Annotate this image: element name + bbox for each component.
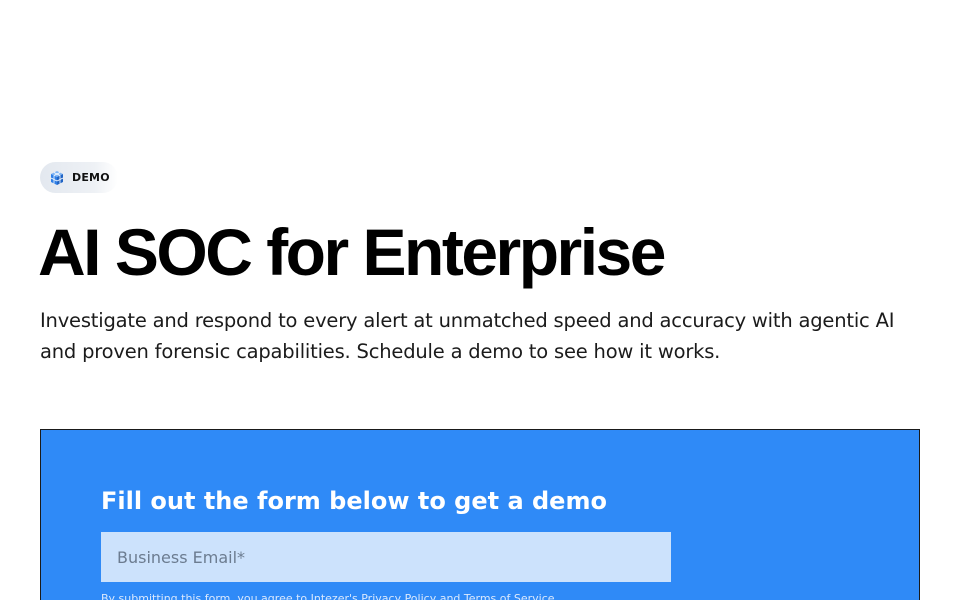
form-disclaimer: By submitting this form, you agree to In… <box>101 592 555 600</box>
page-subtitle: Investigate and respond to every alert a… <box>40 309 895 363</box>
page-title: AI SOC for Enterprise <box>38 215 666 289</box>
business-email-input[interactable] <box>101 532 671 582</box>
form-heading: Fill out the form below to get a demo <box>101 487 607 515</box>
demo-badge: DEMO <box>40 162 118 193</box>
cube-grid-icon <box>49 170 65 186</box>
demo-form-panel: Fill out the form below to get a demo By… <box>40 429 920 600</box>
badge-label: DEMO <box>72 171 110 184</box>
